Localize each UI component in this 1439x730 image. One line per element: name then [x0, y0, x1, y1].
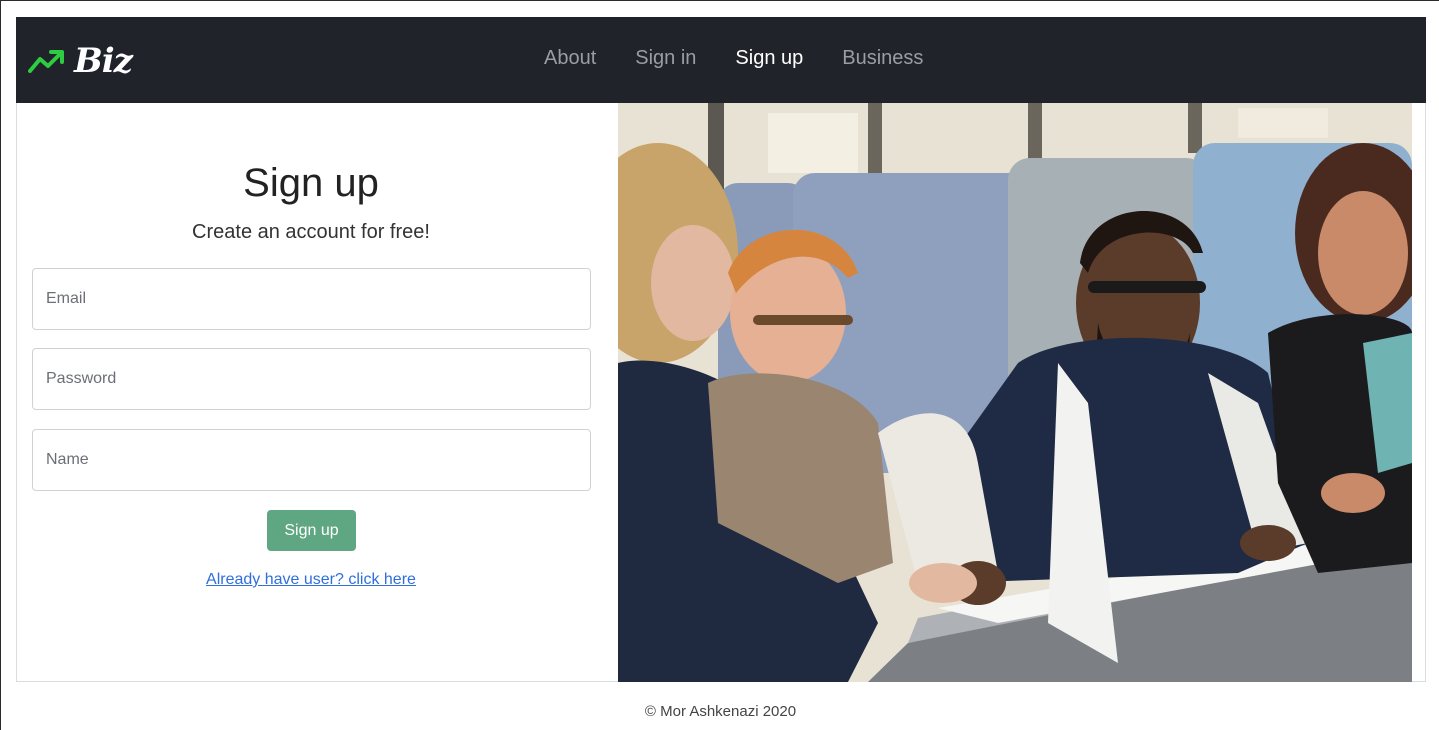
email-input[interactable]: [32, 268, 591, 330]
nav-sign-up[interactable]: Sign up: [735, 47, 803, 70]
page-subtitle: Create an account for free!: [192, 221, 430, 243]
nav-business[interactable]: Business: [842, 47, 923, 70]
name-input[interactable]: [32, 429, 591, 491]
top-navbar: Biz About Sign in Sign up Business: [16, 17, 1426, 103]
signup-form: Sign up Create an account for free! Sign…: [17, 103, 617, 682]
nav-sign-in[interactable]: Sign in: [635, 47, 696, 70]
page-title: Sign up: [243, 161, 379, 205]
nav-links: About Sign in Sign up Business: [544, 47, 923, 70]
office-meeting-photo: [618, 103, 1412, 682]
trending-up-icon: [28, 49, 66, 73]
login-link[interactable]: Already have user? click here: [17, 571, 605, 589]
sign-up-button[interactable]: Sign up: [267, 510, 356, 551]
footer-copyright: © Mor Ashkenazi 2020: [644, 703, 797, 720]
signup-card: Sign up Create an account for free! Sign…: [16, 103, 1426, 682]
page-frame: Biz About Sign in Sign up Business Sign …: [0, 0, 1439, 730]
nav-about[interactable]: About: [544, 47, 596, 70]
password-input[interactable]: [32, 348, 591, 410]
brand-logo[interactable]: Biz: [28, 39, 133, 83]
brand-name: Biz: [74, 41, 133, 81]
